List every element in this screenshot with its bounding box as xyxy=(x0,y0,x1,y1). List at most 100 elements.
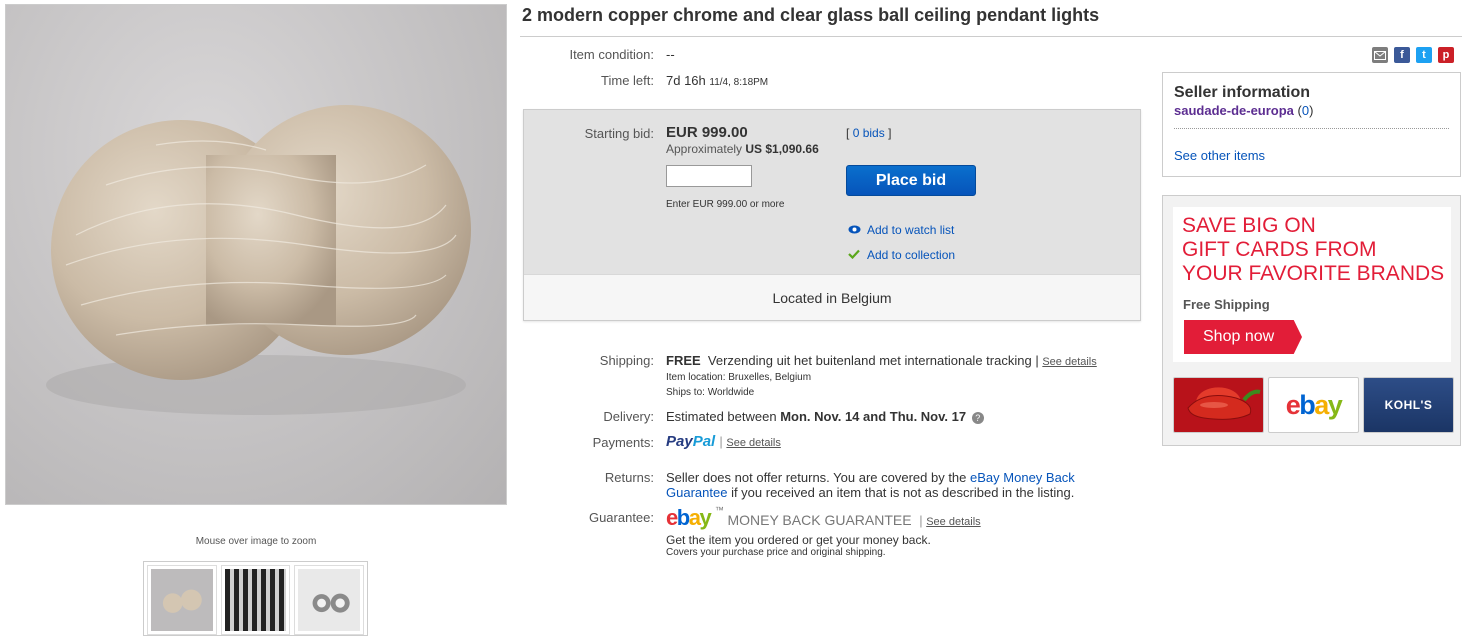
zoom-hint: Mouse over image to zoom xyxy=(195,536,317,547)
seller-heading: Seller information xyxy=(1174,84,1311,101)
watch-list-label: Add to watch list xyxy=(867,223,955,237)
delivery-label: Delivery: xyxy=(603,409,654,424)
mail-icon[interactable] xyxy=(1372,47,1388,63)
money-back-link[interactable]: eBay Money Back xyxy=(970,470,1075,485)
ebay-logo-b: b xyxy=(676,505,690,530)
item-location: Item location: Bruxelles, Belgium xyxy=(666,372,812,383)
bid-count-link[interactable]: 0 bids xyxy=(853,126,885,140)
title-divider xyxy=(520,36,1462,37)
approx-value: US $1,090.66 xyxy=(745,142,819,156)
facebook-icon[interactable]: f xyxy=(1394,47,1410,63)
ad-banner: SAVE BIG ON GIFT CARDS FROM YOUR FAVORIT… xyxy=(1173,207,1451,362)
returns-text-1: Seller does not offer returns. You are c… xyxy=(666,470,967,485)
guarantee-separator: | xyxy=(919,513,923,528)
shipping-value: FREE Verzending uit het buitenland met i… xyxy=(666,353,1097,368)
chili-pepper-icon xyxy=(1187,389,1261,420)
add-to-collection-link[interactable]: Add to collection xyxy=(847,248,955,262)
returns-label: Returns: xyxy=(604,470,654,485)
returns-text-2: if you received an item that is not as d… xyxy=(731,485,1075,500)
condition-value: -- xyxy=(666,47,675,62)
pinterest-icon[interactable]: p xyxy=(1438,47,1454,63)
ad-headline: SAVE BIG ON GIFT CARDS FROM YOUR FAVORIT… xyxy=(1182,214,1444,286)
gift-card-ad[interactable]: SAVE BIG ON GIFT CARDS FROM YOUR FAVORIT… xyxy=(1162,195,1461,446)
guarantee-line-1: Get the item you ordered or get your mon… xyxy=(666,533,931,547)
payments-see-details-link[interactable]: See details xyxy=(726,437,780,449)
starting-bid-value: EUR 999.00 xyxy=(666,124,748,141)
approx-price: Approximately US $1,090.66 xyxy=(666,142,819,156)
ebay-logo-tm: ™ xyxy=(714,505,724,515)
checkmark-icon xyxy=(847,248,861,262)
time-left: 7d 16h 11/4, 8:18PM xyxy=(666,73,768,88)
item-title: 2 modern copper chrome and clear glass b… xyxy=(522,5,1100,25)
bid-count: [ 0 bids ] xyxy=(846,126,891,140)
kohls-gift-card[interactable]: KOHL'S xyxy=(1363,377,1454,433)
watch-list-link[interactable]: Add to watch list xyxy=(847,223,954,237)
ebay-logo-e: e xyxy=(666,505,678,530)
help-icon[interactable]: ? xyxy=(971,411,984,424)
ebay-logo-y: y xyxy=(699,505,711,530)
delivery-value: Estimated between Mon. Nov. 14 and Thu. … xyxy=(666,409,984,424)
ebay-card-y: y xyxy=(1327,390,1343,420)
time-left-label: Time left: xyxy=(601,73,654,88)
thumbnail-1[interactable] xyxy=(147,565,217,635)
shipping-label: Shipping: xyxy=(599,353,654,368)
guarantee-label: Guarantee: xyxy=(588,510,654,525)
twitter-icon[interactable]: t xyxy=(1416,47,1432,63)
shop-now-button[interactable]: Shop now xyxy=(1184,320,1302,354)
ships-to: Ships to: Worldwide xyxy=(666,387,755,398)
enter-amount-hint: Enter EUR 999.00 or more xyxy=(666,199,785,210)
ebay-gift-card[interactable]: ebay xyxy=(1268,377,1359,433)
ad-headline-line-3: YOUR FAVORITE BRANDS xyxy=(1182,262,1445,285)
guarantee-see-details-link[interactable]: See details xyxy=(926,516,980,528)
starting-bid-label: Starting bid: xyxy=(584,126,654,141)
paypal-logo: PayPal xyxy=(666,433,719,450)
thumbnail-2[interactable] xyxy=(220,565,291,635)
ebay-card-a: a xyxy=(1314,390,1329,420)
seller-name-link[interactable]: saudade-de-europa xyxy=(1174,103,1294,118)
bids-open: [ xyxy=(846,126,850,140)
delivery-prefix: Estimated between xyxy=(666,409,777,424)
seller-score-close: ) xyxy=(1309,103,1314,118)
paypal-pal: Pal xyxy=(692,433,716,450)
returns-line-1: Seller does not offer returns. You are c… xyxy=(666,470,1075,485)
see-other-items-link[interactable]: See other items xyxy=(1174,148,1449,163)
money-back-guarantee: ebay ™ MONEY BACK GUARANTEE | See detail… xyxy=(666,505,981,531)
seller-divider xyxy=(1174,128,1449,129)
ad-headline-line-2: GIFT CARDS FROM xyxy=(1182,238,1377,261)
ad-headline-line-1: SAVE BIG ON xyxy=(1182,214,1316,237)
payments-separator: | xyxy=(719,434,723,449)
payments-value: PayPal | See details xyxy=(666,433,781,450)
thumbnail-3[interactable] xyxy=(294,565,365,635)
bid-amount-input[interactable] xyxy=(666,165,752,187)
guarantee-link[interactable]: Guarantee xyxy=(666,485,727,500)
condition-label: Item condition: xyxy=(569,47,654,62)
thumbnail-strip xyxy=(143,561,368,636)
bid-panel: Starting bid: EUR 999.00 Approximately U… xyxy=(523,109,1141,321)
payments-label: Payments: xyxy=(592,435,654,450)
shipping-method: Verzending uit het buitenland met intern… xyxy=(707,353,1032,368)
ad-free-shipping: Free Shipping xyxy=(1183,297,1270,312)
shipping-separator: | xyxy=(1035,353,1039,368)
seller-row: saudade-de-europa (0) xyxy=(1174,103,1449,118)
seller-info-panel: Seller information saudade-de-europa (0)… xyxy=(1162,72,1461,177)
main-product-image[interactable] xyxy=(5,4,507,505)
share-bar: f t p xyxy=(1372,47,1454,63)
time-left-end: 11/4, 8:18PM xyxy=(709,77,769,88)
place-bid-button[interactable]: Place bid xyxy=(846,165,976,196)
ebay-card-b: b xyxy=(1299,390,1316,420)
ebay-logo-a: a xyxy=(688,505,701,530)
bids-close: ] xyxy=(888,126,892,140)
paypal-pay: Pay xyxy=(666,433,693,450)
chilis-gift-card[interactable] xyxy=(1173,377,1264,433)
delivery-range: Mon. Nov. 14 and Thu. Nov. 17 xyxy=(780,409,967,424)
collection-label: Add to collection xyxy=(867,248,956,262)
mbg-text: MONEY BACK GUARANTEE xyxy=(727,512,912,528)
guarantee-line-2: Covers your purchase price and original … xyxy=(666,547,886,558)
eye-icon xyxy=(847,223,861,237)
ebay-card-e: e xyxy=(1285,390,1301,420)
returns-line-2: Guarantee if you received an item that i… xyxy=(666,485,1074,500)
time-left-value: 7d 16h xyxy=(666,73,706,88)
item-location-bar: Located in Belgium xyxy=(524,274,1140,320)
shipping-see-details-link[interactable]: See details xyxy=(1042,356,1096,368)
product-photo-graphic xyxy=(46,105,471,415)
